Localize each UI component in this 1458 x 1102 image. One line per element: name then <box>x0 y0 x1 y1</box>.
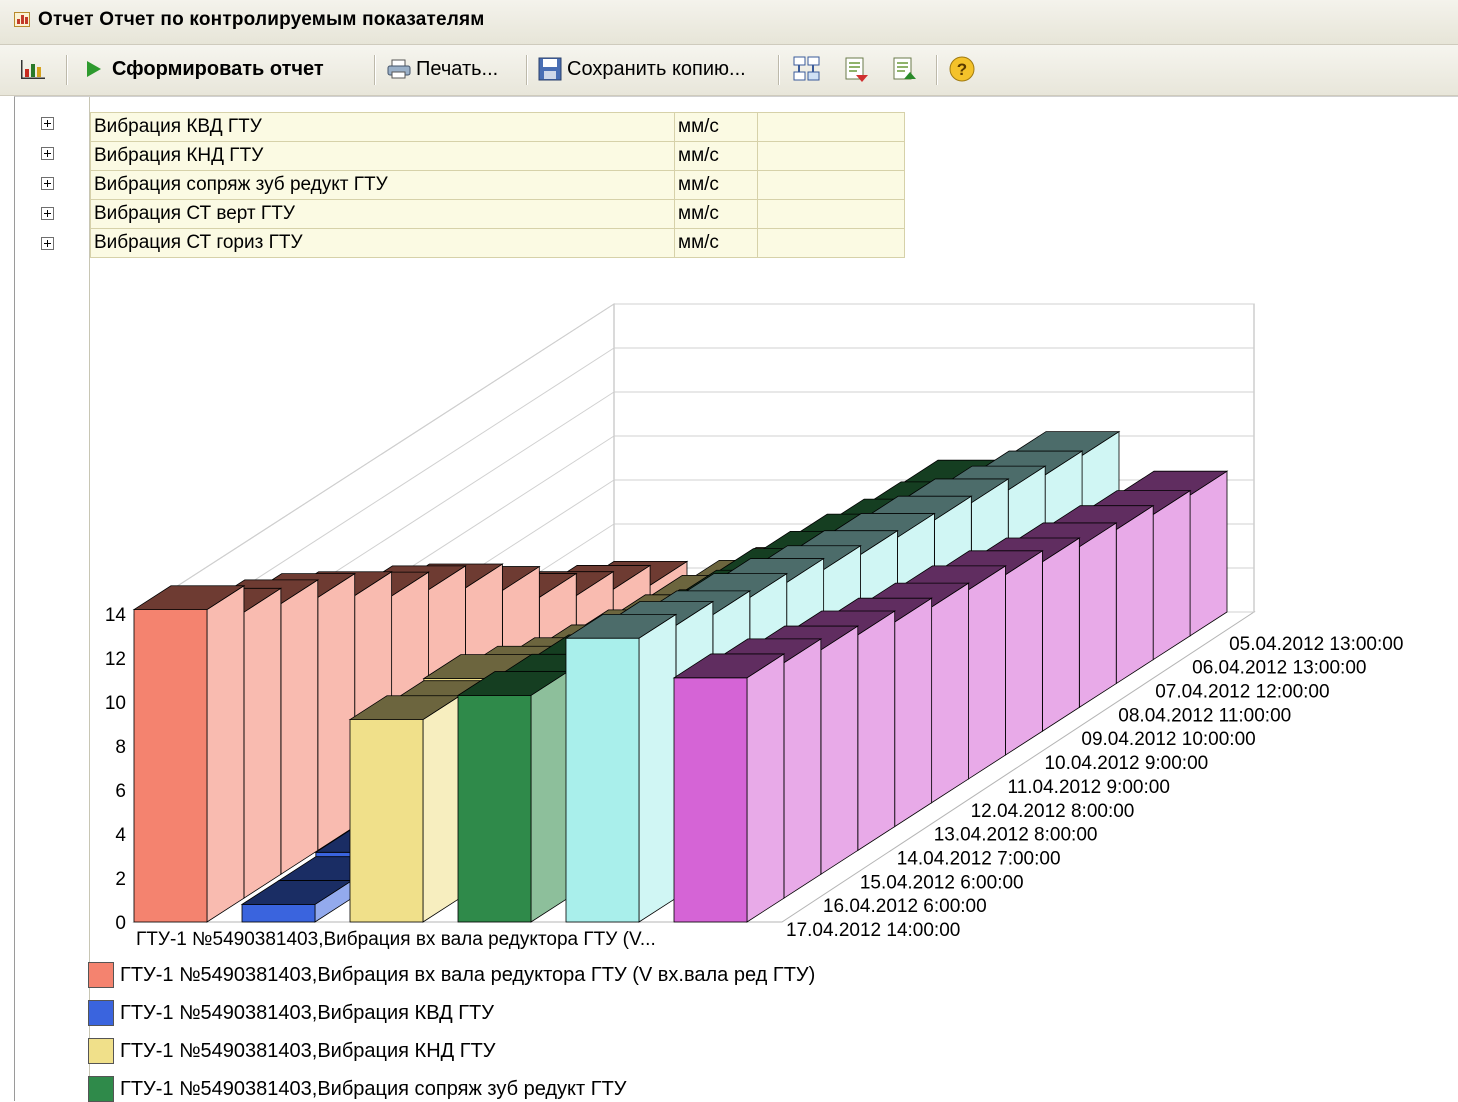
bar-side <box>530 670 569 923</box>
bar-side <box>1152 489 1191 661</box>
legend-label: ГТУ-1 №5490381403,Вибрация КНД ГТУ <box>120 1039 496 1062</box>
bar <box>564 613 678 923</box>
bar-front <box>673 677 748 923</box>
bar-side <box>746 653 785 923</box>
legend-item: ГТУ-1 №5490381403,Вибрация КНД ГТУ <box>88 1038 496 1064</box>
y-tick-label: 8 <box>115 737 126 758</box>
depth-tick-label: 05.04.2012 13:00:00 <box>1229 634 1403 655</box>
category-axis-label: ГТУ-1 №5490381403,Вибрация вх вала редук… <box>136 929 656 950</box>
bar-side <box>1189 470 1228 637</box>
bar-front <box>241 904 316 923</box>
legend-swatch <box>88 1076 114 1102</box>
depth-tick-label: 16.04.2012 6:00:00 <box>823 896 987 917</box>
bar-front <box>565 637 640 923</box>
y-axis-ticks: 0 2 4 6 8 10 12 14 <box>105 605 127 934</box>
depth-tick-label: 09.04.2012 10:00:00 <box>1081 729 1255 750</box>
depth-tick-label: 08.04.2012 11:00:00 <box>1118 705 1291 726</box>
bar-side <box>317 572 356 852</box>
bar <box>672 653 786 923</box>
y-tick-label: 0 <box>115 913 126 934</box>
legend-swatch <box>88 1000 114 1026</box>
bar-side <box>243 587 282 899</box>
bar-side <box>820 625 859 876</box>
y-tick-label: 4 <box>115 825 126 846</box>
bar-front <box>133 609 208 923</box>
bar-side <box>931 582 969 804</box>
bar-side <box>1041 537 1080 732</box>
bar-side <box>1005 550 1043 756</box>
bar-side <box>1078 522 1117 709</box>
vibration-3d-bar-chart: 0 2 4 6 8 10 12 14 05.04.2012 13:00:00 06.04.201… <box>105 303 1403 950</box>
bar <box>348 695 462 923</box>
y-tick-label: 14 <box>105 605 127 626</box>
bar-side <box>280 579 319 876</box>
depth-tick-label: 13.04.2012 8:00:00 <box>934 825 1098 846</box>
bar-front <box>349 719 424 923</box>
depth-tick-label: 14.04.2012 7:00:00 <box>897 848 1061 869</box>
bar-side <box>857 610 896 852</box>
bar-side <box>1115 504 1154 685</box>
depth-tick-label: 12.04.2012 8:00:00 <box>971 801 1135 822</box>
bar-side <box>206 585 245 923</box>
y-tick-label: 2 <box>115 869 126 890</box>
depth-tick-label: 15.04.2012 6:00:00 <box>860 872 1024 893</box>
bar-side <box>968 565 1006 780</box>
legend-swatch <box>88 1038 114 1064</box>
legend-item: ГТУ-1 №5490381403,Вибрация сопряж зуб ре… <box>88 1076 627 1102</box>
y-tick-label: 6 <box>115 781 126 802</box>
legend-item: ГТУ-1 №5490381403,Вибрация вх вала редук… <box>88 962 815 988</box>
legend-label: ГТУ-1 №5490381403,Вибрация сопряж зуб ре… <box>120 1077 627 1100</box>
legend-label: ГТУ-1 №5490381403,Вибрация вх вала редук… <box>120 963 816 986</box>
bar-side <box>894 597 933 828</box>
bar <box>132 585 246 923</box>
depth-tick-label: 17.04.2012 14:00:00 <box>786 920 960 941</box>
bar-side <box>422 695 461 923</box>
depth-tick-label: 06.04.2012 13:00:00 <box>1192 658 1366 679</box>
depth-tick-label: 07.04.2012 12:00:00 <box>1155 682 1329 703</box>
depth-tick-label: 11.04.2012 9:00:00 <box>1008 777 1170 798</box>
legend-label: ГТУ-1 №5490381403,Вибрация КВД ГТУ <box>120 1001 494 1024</box>
bar-side <box>638 613 677 923</box>
bar-front <box>457 695 532 923</box>
legend-item: ГТУ-1 №5490381403,Вибрация КВД ГТУ <box>88 1000 494 1026</box>
y-tick-label: 10 <box>105 693 126 714</box>
legend-swatch <box>88 962 114 988</box>
bar-side <box>783 638 822 899</box>
y-tick-label: 12 <box>105 649 126 670</box>
bar <box>456 670 570 923</box>
depth-tick-label: 10.04.2012 9:00:00 <box>1044 753 1208 774</box>
